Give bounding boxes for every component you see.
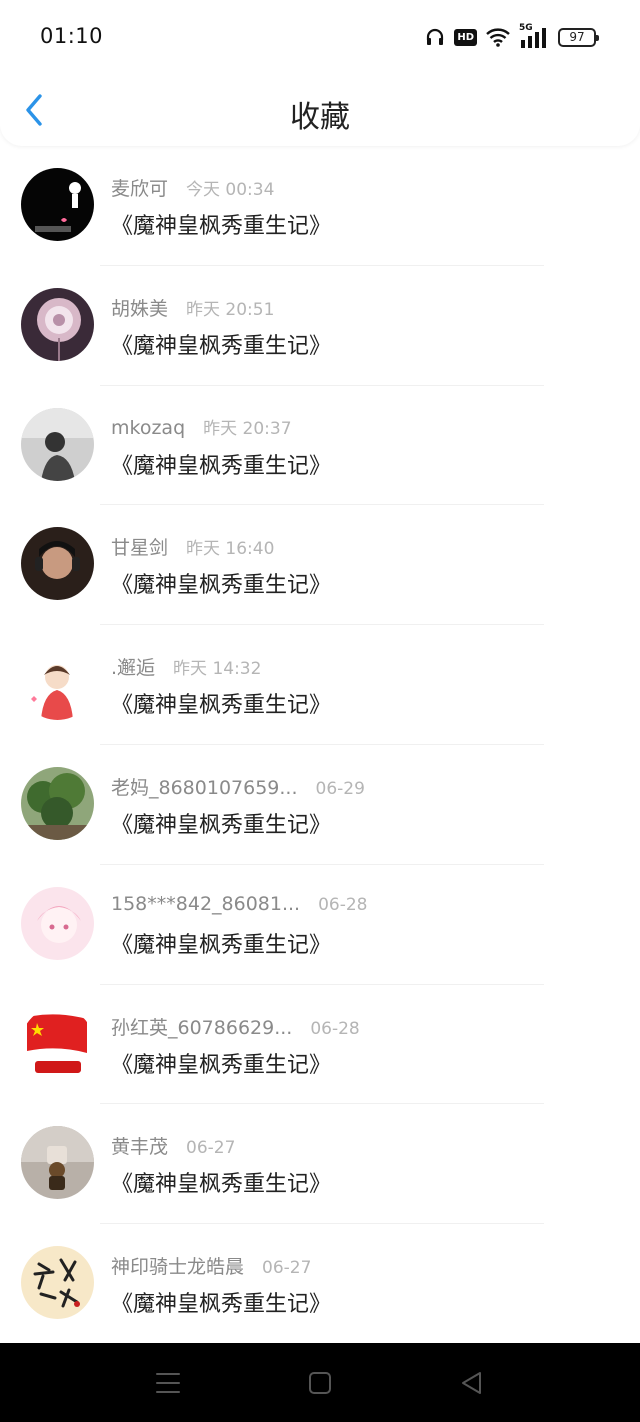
signal-icon [521,28,546,48]
status-bar: 01:10 HD 5G 97 [0,0,640,72]
avatar [21,287,94,361]
headphones-icon [427,28,444,45]
list-item[interactable]: 麦欣可 今天 00:34 《魔神皇枫秀重生记》 [0,146,640,266]
user-name: 甘星剑 [111,537,169,560]
list-item[interactable]: 神印骑士龙皓晨 06-27 《魔神皇枫秀重生记》 [0,1224,640,1344]
user-name: 158***842_86081... [111,892,301,915]
user-name: .邂逅 [111,657,156,680]
book-title: 《魔神皇枫秀重生记》 [111,812,332,838]
avatar [21,886,94,960]
book-title: 《魔神皇枫秀重生记》 [111,1172,332,1198]
timestamp: 昨天 16:40 [186,539,275,560]
timestamp: 06-27 [186,1138,236,1159]
timestamp: 昨天 20:37 [203,418,292,439]
avatar [21,1246,94,1320]
avatar [21,647,94,721]
timestamp: 06-28 [318,894,368,915]
book-title: 《魔神皇枫秀重生记》 [111,932,332,958]
menu-icon [156,1373,180,1393]
list-item[interactable]: 孙红英_60786629... 06-28 《魔神皇枫秀重生记》 [0,985,640,1105]
list-item[interactable]: mkozaq 昨天 20:37 《魔神皇枫秀重生记》 [0,386,640,506]
book-title: 《魔神皇枫秀重生记》 [111,333,332,359]
item-meta: 孙红英_60786629... 06-28 [111,1013,360,1039]
avatar [21,527,94,601]
avatar [21,766,94,840]
battery-icon: 97 [558,27,599,47]
avatar [21,1126,94,1200]
book-title: 《魔神皇枫秀重生记》 [111,573,332,599]
status-time: 01:10 [40,24,104,48]
user-name: 孙红英_60786629... [111,1016,293,1039]
user-name: 胡姝美 [111,297,169,320]
timestamp: 昨天 14:32 [173,659,262,680]
item-meta: 胡姝美 昨天 20:51 [111,294,274,320]
timestamp: 今天 00:34 [186,180,275,200]
list-item[interactable]: 胡姝美 昨天 20:51 《魔神皇枫秀重生记》 [0,266,640,386]
timestamp: 昨天 20:51 [186,299,275,320]
back-triangle-icon [462,1372,481,1394]
hd-badge: HD [454,28,477,46]
user-name: 老妈_8680107659... [111,776,298,799]
network-type: 5G [519,23,549,48]
book-title: 《魔神皇枫秀重生记》 [111,1292,332,1318]
avatar [21,1006,94,1080]
user-name: 神印骑士龙皓晨 [111,1256,245,1279]
list-item[interactable]: 黄丰茂 06-27 《魔神皇枫秀重生记》 [0,1104,640,1225]
home-icon [309,1372,331,1394]
wifi-icon [486,28,510,47]
timestamp: 06-27 [262,1258,312,1279]
item-meta: 甘星剑 昨天 16:40 [111,533,274,559]
user-name: mkozaq [111,416,186,439]
list-item[interactable]: 158***842_86081... 06-28 《魔神皇枫秀重生记》 [0,865,640,985]
avatar [21,168,94,241]
menu-button[interactable] [154,1369,182,1397]
book-title: 《魔神皇枫秀重生记》 [111,1052,332,1078]
item-meta: mkozaq 昨天 20:37 [111,414,292,440]
user-name: 黄丰茂 [111,1136,169,1159]
book-title: 《魔神皇枫秀重生记》 [111,214,332,239]
nav-bar: 收藏 [0,72,640,146]
book-title: 《魔神皇枫秀重生记》 [111,453,332,479]
item-meta: 神印骑士龙皓晨 06-27 [111,1252,311,1278]
favorites-list: 麦欣可 今天 00:34 《魔神皇枫秀重生记》 胡姝美 昨天 20:51 《魔神… [0,146,640,1344]
item-meta: 158***842_86081... 06-28 [111,893,368,919]
list-item[interactable]: 老妈_8680107659... 06-29 《魔神皇枫秀重生记》 [0,745,640,865]
item-meta: 老妈_8680107659... 06-29 [111,773,365,799]
battery-level: 97 [569,30,585,44]
item-meta: 黄丰茂 06-27 [111,1132,235,1158]
list-item[interactable]: 甘星剑 昨天 16:40 《魔神皇枫秀重生记》 [0,505,640,626]
timestamp: 06-28 [310,1018,360,1039]
timestamp: 06-29 [315,778,365,799]
home-button[interactable] [306,1369,334,1397]
avatar [21,407,94,481]
item-meta: .邂逅 昨天 14:32 [111,653,261,679]
book-title: 《魔神皇枫秀重生记》 [111,693,332,719]
page-title: 收藏 [290,100,350,135]
header: 01:10 HD 5G 97 收藏 [0,0,640,146]
system-back-button[interactable] [458,1369,486,1397]
user-name: 麦欣可 [111,178,169,200]
list-item[interactable]: .邂逅 昨天 14:32 《魔神皇枫秀重生记》 [0,625,640,745]
status-icons: HD 5G 97 [425,23,599,49]
system-navigation-bar [0,1343,640,1422]
item-meta: 麦欣可 今天 00:34 [111,174,274,200]
